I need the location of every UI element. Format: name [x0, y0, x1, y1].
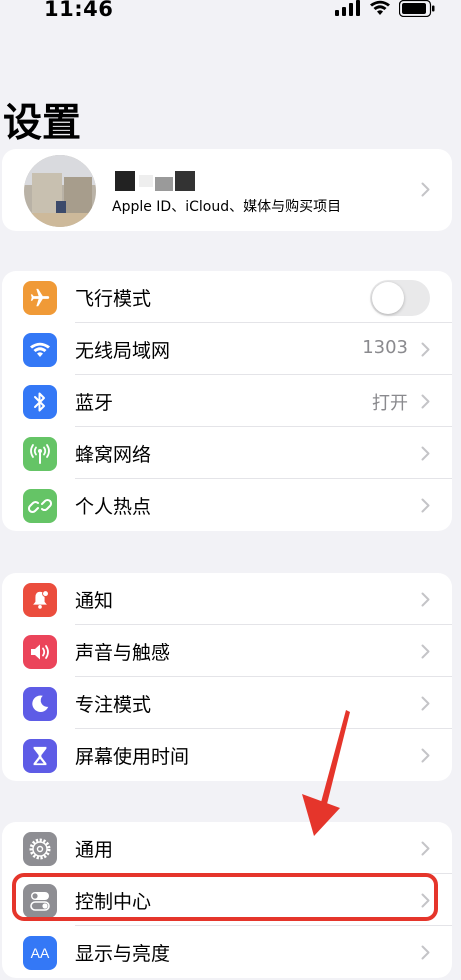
bluetooth-value: 打开: [372, 393, 408, 414]
row-label: 通用: [75, 839, 114, 861]
chevron-right-icon: [421, 592, 430, 611]
display-brightness-icon: AA: [23, 936, 57, 970]
chevron-right-icon: [421, 841, 430, 860]
settings-row-notifications[interactable]: 通知: [2, 573, 452, 625]
status-icons: [335, 0, 435, 20]
row-label: 无线局域网: [75, 340, 171, 362]
chevron-right-icon: [421, 394, 430, 413]
page-title: 设置: [3, 101, 82, 146]
settings-row-cellular[interactable]: 蜂窝网络: [2, 427, 452, 479]
cellular-antenna-icon: [23, 437, 57, 471]
row-label: 飞行模式: [75, 288, 152, 310]
chevron-right-icon: [421, 446, 430, 465]
chevron-right-icon: [421, 748, 430, 767]
chevron-right-icon: [421, 182, 430, 201]
bluetooth-icon: [23, 385, 57, 419]
settings-row-bluetooth[interactable]: 蓝牙 打开: [2, 375, 452, 427]
settings-row-sounds-haptics[interactable]: 声音与触感: [2, 625, 452, 677]
notification-bell-icon: [23, 583, 57, 617]
chevron-right-icon: [421, 945, 430, 964]
settings-row-focus[interactable]: 专注模式: [2, 677, 452, 729]
row-label: 蓝牙: [75, 392, 114, 414]
control-center-highlight-box: [12, 873, 438, 921]
avatar: [24, 155, 96, 227]
settings-row-screen-time[interactable]: 屏幕使用时间: [2, 729, 452, 781]
battery-icon: [398, 0, 435, 21]
settings-row-general[interactable]: 通用: [2, 822, 452, 874]
notifications-group: 通知 声音与触感 专注模式 屏幕使用时间: [2, 573, 452, 781]
chevron-right-icon: [421, 644, 430, 663]
apple-id-subtitle: Apple ID、iCloud、媒体与购买项目: [112, 199, 342, 215]
gear-icon: [23, 832, 57, 866]
row-label: 显示与亮度: [75, 943, 171, 965]
row-label: 声音与触感: [75, 642, 171, 664]
cellular-signal-icon: [335, 0, 361, 20]
row-label: 专注模式: [75, 694, 152, 716]
row-label: 通知: [75, 590, 114, 612]
row-label: 屏幕使用时间: [75, 746, 190, 768]
personal-hotspot-icon: [23, 489, 57, 523]
chevron-right-icon: [421, 498, 430, 517]
profile-name-redacted: [115, 171, 199, 191]
settings-row-display-brightness[interactable]: AA 显示与亮度: [2, 926, 452, 978]
red-arrow-annotation: [296, 708, 352, 842]
row-label: 蜂窝网络: [75, 444, 152, 466]
status-time: 11:46: [44, 0, 114, 21]
settings-row-wifi[interactable]: 无线局域网 1303: [2, 323, 452, 375]
speaker-icon: [23, 635, 57, 669]
chevron-right-icon: [421, 342, 430, 361]
settings-row-personal-hotspot[interactable]: 个人热点: [2, 479, 452, 531]
wifi-icon: [23, 333, 57, 367]
moon-icon: [23, 687, 57, 721]
row-label: 个人热点: [75, 496, 152, 518]
wifi-network-value: 1303: [362, 337, 408, 358]
apple-id-card[interactable]: Apple ID、iCloud、媒体与购买项目: [2, 149, 452, 231]
hourglass-icon: [23, 739, 57, 773]
chevron-right-icon: [421, 696, 430, 715]
settings-row-airplane-mode[interactable]: 飞行模式: [2, 271, 452, 323]
connectivity-group: 飞行模式 无线局域网 1303 蓝牙 打开 蜂窝网络 个人热点: [2, 271, 452, 531]
airplane-icon: [23, 281, 57, 315]
wifi-status-icon: [369, 0, 391, 20]
airplane-mode-toggle[interactable]: [370, 280, 430, 316]
status-bar: 11:46: [0, 0, 461, 24]
